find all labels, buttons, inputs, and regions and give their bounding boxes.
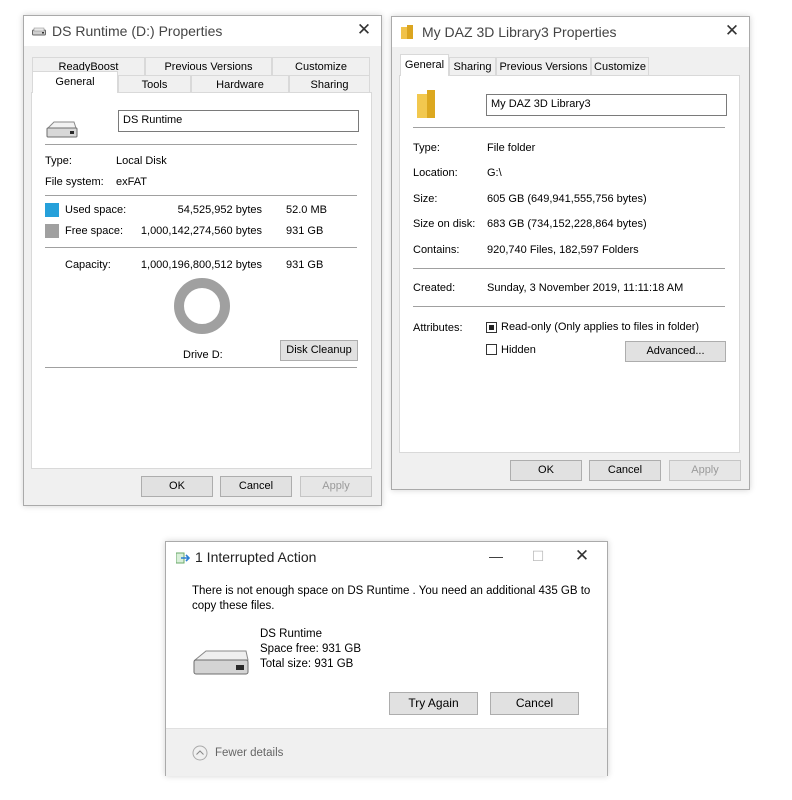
type-value: File folder — [487, 142, 536, 154]
created-value: Sunday, 3 November 2019, 11:11:18 AM — [487, 282, 684, 294]
size-on-disk-label: Size on disk: — [413, 218, 476, 230]
close-button[interactable]: ✕ — [721, 20, 743, 42]
apply-button[interactable]: Apply — [300, 476, 372, 497]
location-label: Location: — [413, 167, 458, 179]
interrupted-action-window: 1 Interrupted Action — ☐ ✕ There is not … — [165, 541, 608, 776]
size-on-disk-value: 683 GB (734,152,228,864 bytes) — [487, 218, 647, 230]
filesystem-value: exFAT — [116, 176, 147, 188]
tab-customize[interactable]: Customize — [591, 57, 649, 75]
window-title: My DAZ 3D Library3 Properties — [422, 24, 617, 40]
used-space-swatch — [45, 203, 59, 217]
attributes-label: Attributes: — [413, 322, 463, 334]
maximize-button[interactable]: ☐ — [527, 545, 549, 567]
drive-large-icon — [46, 119, 78, 144]
try-again-button[interactable]: Try Again — [389, 692, 478, 715]
folder-properties-titlebar[interactable]: My DAZ 3D Library3 Properties ✕ — [392, 17, 749, 47]
capacity-bytes: 1,000,196,800,512 bytes — [140, 259, 262, 271]
capacity-size: 931 GB — [286, 259, 324, 271]
cancel-button[interactable]: Cancel — [490, 692, 579, 715]
size-label: Size: — [413, 193, 438, 205]
folder-properties-window: My DAZ 3D Library3 Properties ✕ General … — [391, 16, 750, 490]
type-value: Local Disk — [116, 155, 167, 167]
drive-properties-titlebar[interactable]: DS Runtime (D:) Properties ✕ — [24, 16, 381, 46]
tab-general[interactable]: General — [32, 71, 118, 93]
hidden-label: Hidden — [501, 344, 536, 356]
free-space-size: 931 GB — [286, 225, 324, 237]
used-space-label: Used space: — [65, 204, 127, 216]
apply-button[interactable]: Apply — [669, 460, 741, 481]
readonly-checkbox[interactable] — [486, 322, 497, 333]
tab-previous-versions[interactable]: Previous Versions — [145, 57, 272, 75]
drive-properties-window: DS Runtime (D:) Properties ✕ ReadyBoost … — [23, 15, 382, 506]
cancel-button[interactable]: Cancel — [220, 476, 292, 497]
contains-value: 920,740 Files, 182,597 Folders — [487, 244, 639, 256]
used-space-size: 52.0 MB — [286, 204, 327, 216]
cancel-button[interactable]: Cancel — [589, 460, 661, 481]
size-value: 605 GB (649,941,555,756 bytes) — [487, 193, 647, 205]
general-panel: My DAZ 3D Library3 Type: File folder Loc… — [399, 75, 740, 453]
drive-letter-label: Drive D: — [183, 349, 223, 361]
drive-icon — [192, 646, 250, 683]
drive-name: DS Runtime — [260, 628, 322, 640]
tab-general[interactable]: General — [400, 54, 449, 76]
tab-sharing[interactable]: Sharing — [449, 57, 496, 75]
window-title: 1 Interrupted Action — [195, 549, 317, 565]
drive-icon — [32, 27, 46, 40]
divider — [45, 144, 357, 145]
free-space-bytes: 1,000,142,274,560 bytes — [140, 225, 262, 237]
folder-name-field[interactable]: My DAZ 3D Library3 — [486, 94, 727, 116]
ok-button[interactable]: OK — [141, 476, 213, 497]
divider — [45, 367, 357, 368]
folder-icon — [401, 25, 413, 42]
hidden-checkbox[interactable] — [486, 344, 497, 355]
close-button[interactable]: ✕ — [353, 19, 375, 41]
location-value: G:\ — [487, 167, 502, 179]
advanced-button[interactable]: Advanced... — [625, 341, 726, 362]
space-free: Space free: 931 GB — [260, 643, 362, 655]
ok-button[interactable]: OK — [510, 460, 582, 481]
general-panel: DS Runtime Type: Local Disk File system:… — [31, 92, 372, 469]
created-label: Created: — [413, 282, 456, 294]
free-space-swatch — [45, 224, 59, 238]
filesystem-label: File system: — [45, 176, 104, 188]
divider — [45, 195, 357, 196]
capacity-label: Capacity: — [65, 259, 111, 271]
divider — [413, 127, 725, 128]
chevron-up-icon[interactable] — [192, 745, 208, 764]
free-space-label: Free space: — [65, 225, 124, 237]
minimize-button[interactable]: — — [485, 545, 507, 567]
divider — [413, 268, 725, 269]
total-size: Total size: 931 GB — [260, 658, 354, 670]
tab-hardware[interactable]: Hardware — [191, 75, 289, 93]
divider — [45, 247, 357, 248]
type-label: Type: — [45, 155, 72, 167]
usage-donut-chart — [173, 277, 231, 338]
drive-name-field[interactable]: DS Runtime — [118, 110, 359, 132]
tab-tools[interactable]: Tools — [118, 75, 191, 93]
readonly-label: Read-only (Only applies to files in fold… — [501, 321, 700, 333]
interrupted-action-titlebar[interactable]: 1 Interrupted Action — ☐ ✕ — [166, 542, 607, 574]
contains-label: Contains: — [413, 244, 460, 256]
tab-sharing[interactable]: Sharing — [289, 75, 370, 93]
close-button[interactable]: ✕ — [571, 545, 593, 567]
copy-action-icon — [175, 552, 191, 567]
type-label: Type: — [413, 142, 440, 154]
error-message: There is not enough space on DS Runtime … — [192, 585, 591, 612]
tab-customize[interactable]: Customize — [272, 57, 370, 75]
used-space-bytes: 54,525,952 bytes — [177, 204, 262, 216]
disk-cleanup-button[interactable]: Disk Cleanup — [280, 340, 358, 361]
divider — [413, 306, 725, 307]
window-title: DS Runtime (D:) Properties — [52, 23, 223, 39]
tab-previous-versions[interactable]: Previous Versions — [496, 57, 591, 75]
folder-large-icon — [417, 90, 437, 121]
fewer-details-link[interactable]: Fewer details — [215, 747, 283, 759]
